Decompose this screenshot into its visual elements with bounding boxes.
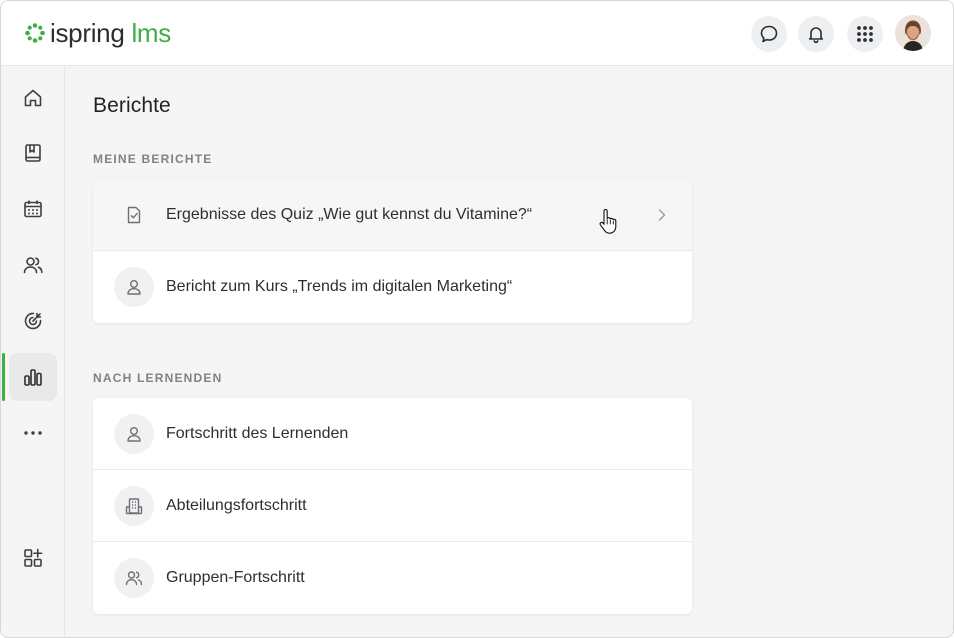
sidebar-item-goals[interactable] [9,297,57,345]
avatar-image [895,15,931,51]
main-content: Berichte MEINE BERICHTE Ergebnisse des Q… [65,66,953,637]
person-icon [127,280,141,295]
report-label: Ergebnisse des Quiz „Wie gut kennst du V… [166,205,533,223]
logo-icon [25,23,45,43]
user-avatar[interactable] [895,15,931,51]
apps-button[interactable] [847,16,883,52]
row-icon-wrap [114,195,154,235]
target-icon [24,312,42,330]
sidebar [1,66,65,637]
sidebar-item-courses[interactable] [9,129,57,177]
report-label: Abteilungsfortschritt [166,496,307,514]
calendar-icon [24,200,42,218]
hand-cursor-icon [599,209,617,234]
apps-grid-icon [857,26,873,42]
sidebar-item-reports[interactable] [2,353,57,401]
page-title: Berichte [93,94,171,117]
section-label-by-learners: NACH LERNENDEN [93,371,223,385]
report-row-group-progress[interactable]: Gruppen-Fortschritt [93,542,692,614]
person-icon [127,427,141,442]
report-label: Bericht zum Kurs „Trends im digitalen Ma… [166,278,513,295]
report-row-department-progress[interactable]: Abteilungsfortschritt [93,470,692,542]
sidebar-item-add-widget[interactable] [9,534,57,582]
row-icon-wrap [114,486,154,526]
building-icon [125,498,143,515]
add-widget-icon [24,548,43,567]
more-icon [24,431,42,435]
report-row-course[interactable]: Bericht zum Kurs „Trends im digitalen Ma… [93,251,692,323]
sidebar-item-calendar[interactable] [9,185,57,233]
report-label: Fortschritt des Lernenden [166,424,349,442]
app-window: ispring lms Berichte MEINE BERICHTE Erge… [0,0,954,638]
my-reports-card: Ergebnisse des Quiz „Wie gut kennst du V… [93,179,692,323]
home-icon [24,89,42,107]
row-icon-wrap [114,267,154,307]
row-icon-wrap [114,558,154,598]
chevron-right-icon [658,209,666,221]
book-icon [25,144,41,162]
row-icon-wrap [114,414,154,454]
top-bar: ispring lms [1,1,953,66]
sidebar-item-users[interactable] [9,241,57,289]
logo-text: ispring lms [50,18,171,48]
chat-icon [760,25,778,43]
bell-icon [808,27,824,44]
by-learners-card: Fortschritt des Lernenden Abteilungsfort… [93,398,692,614]
report-row-learner-progress[interactable]: Fortschritt des Lernenden [93,398,692,470]
sidebar-item-home[interactable] [9,74,57,122]
notifications-button[interactable] [798,16,834,52]
reports-chart-icon [24,369,42,386]
report-label: Gruppen-Fortschritt [166,569,305,586]
sidebar-item-more[interactable] [9,409,57,457]
chat-button[interactable] [751,16,787,52]
users-icon [23,257,43,274]
ispring-logo[interactable]: ispring lms [24,18,171,48]
section-label-my-reports: MEINE BERICHTE [93,152,213,166]
group-icon [125,571,143,586]
quiz-check-icon [127,206,141,224]
